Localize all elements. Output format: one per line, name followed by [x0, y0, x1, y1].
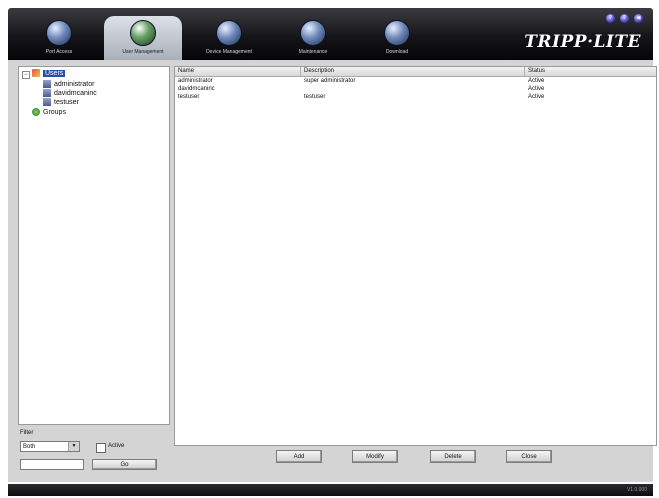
tree-label-user: davidmcaninc [54, 90, 97, 97]
cell-name: davidmcaninc [178, 86, 215, 92]
version-label: V1.0.000 [626, 487, 647, 493]
table-row[interactable]: davidmcaninc Active [175, 85, 656, 93]
user-management-icon [130, 20, 156, 46]
user-icon [43, 89, 51, 98]
help-icon[interactable]: ? [606, 14, 615, 23]
user-icon [43, 98, 51, 107]
filter-select[interactable]: Both ▼ [20, 441, 80, 452]
cell-description [301, 85, 304, 93]
user-icon [43, 80, 51, 89]
filter-input[interactable] [20, 459, 84, 470]
add-button[interactable]: Add [276, 450, 322, 463]
close-button[interactable]: Close [506, 450, 552, 463]
filter-panel: Filter Both ▼ Active Go [18, 430, 168, 474]
download-icon [384, 20, 410, 46]
main-frame: − Users administrator davidmcaninc testu… [8, 60, 657, 482]
cell-name: administrator [178, 78, 213, 84]
tab-device-management[interactable]: Device Management [190, 16, 268, 60]
groups-icon [32, 108, 40, 117]
column-header-status[interactable]: Status [525, 67, 656, 76]
active-checkbox[interactable] [96, 443, 106, 453]
tab-download[interactable]: Download [358, 16, 436, 60]
about-icon[interactable]: ? [620, 14, 629, 23]
delete-button[interactable]: Delete [430, 450, 476, 463]
filter-select-value: Both [23, 444, 36, 450]
tab-label: Port Access [45, 49, 73, 55]
users-folder-icon [32, 69, 40, 78]
top-navigation-bar: Port Access User Management Device Manag… [8, 8, 653, 60]
status-bar: V1.0.000 [8, 484, 653, 496]
cell-name: testuser [178, 94, 200, 100]
tree-node-users[interactable]: Users [32, 69, 66, 79]
column-header-description[interactable]: Description [301, 67, 525, 76]
tab-label: Download [385, 49, 409, 55]
port-access-icon [46, 20, 72, 46]
filter-label: Filter [20, 430, 34, 436]
tab-maintenance[interactable]: Maintenance [274, 16, 352, 60]
chevron-down-icon[interactable]: ▼ [68, 442, 79, 451]
table-row[interactable]: testuser testuser Active [175, 93, 656, 101]
cell-description: testuser [304, 94, 326, 100]
tab-user-management[interactable]: User Management [104, 16, 182, 60]
table-row[interactable]: administrator super administrator Active [175, 77, 656, 85]
tripp-lite-logo: TRIPP·LITE [524, 32, 641, 52]
modify-button[interactable]: Modify [352, 450, 398, 463]
tab-label: Device Management [206, 49, 252, 55]
cell-description: super administrator [304, 78, 356, 84]
go-button[interactable]: Go [92, 459, 157, 470]
tree-node-user[interactable]: testuser [43, 98, 79, 108]
tab-port-access[interactable]: Port Access [20, 16, 98, 60]
collapse-toggle-icon[interactable]: − [22, 71, 30, 79]
tree-label-user: testuser [54, 99, 79, 106]
tree-label-users: Users [43, 70, 66, 77]
tab-label: Maintenance [298, 49, 328, 55]
cell-status: Active [528, 94, 545, 100]
cell-status: Active [528, 86, 545, 92]
active-checkbox-label: Active [108, 443, 125, 449]
column-header-name[interactable]: Name [175, 67, 301, 76]
user-tree-panel: − Users administrator davidmcaninc testu… [18, 66, 170, 425]
cell-status: Active [528, 78, 545, 84]
table-header: Name Description Status [175, 67, 656, 77]
tree-label-user: administrator [54, 81, 95, 88]
maintenance-icon [300, 20, 326, 46]
logout-icon[interactable]: ◀ [634, 14, 643, 23]
tree-node-groups[interactable]: Groups [32, 108, 66, 118]
tab-label: User Management [122, 49, 164, 55]
user-table: Name Description Status administrator su… [174, 66, 657, 446]
tree-label-groups: Groups [43, 109, 66, 116]
device-management-icon [216, 20, 242, 46]
